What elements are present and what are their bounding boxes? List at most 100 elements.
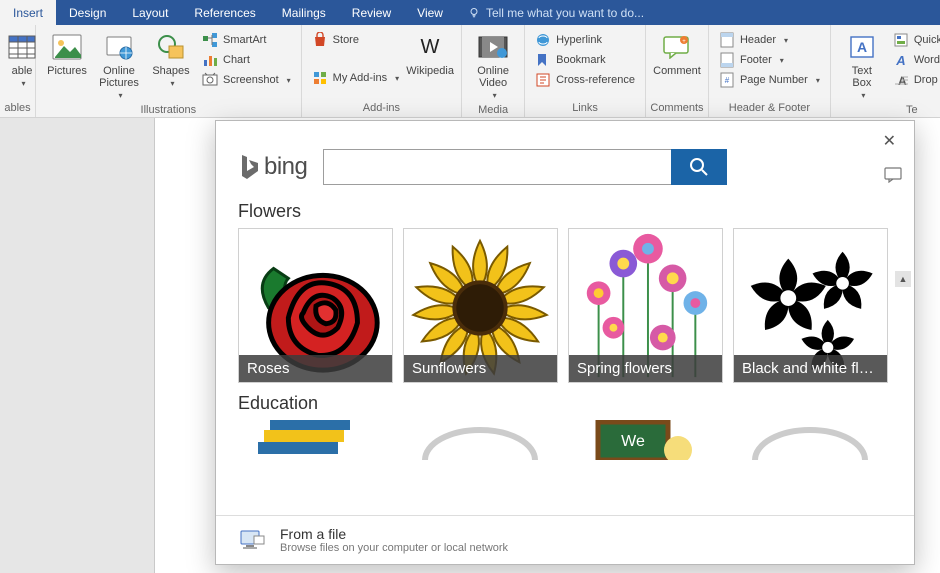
group-text: A Text Box Quick Parts A WordArt A Drop …	[831, 25, 940, 117]
thumb-sunflowers-caption: Sunflowers	[404, 355, 557, 382]
thumb-sunflowers[interactable]: Sunflowers	[403, 228, 558, 383]
tab-review[interactable]: Review	[339, 0, 404, 25]
quick-parts-icon	[893, 32, 909, 48]
bookmark-button[interactable]: Bookmark	[531, 51, 639, 69]
table-label: able	[12, 65, 33, 77]
thumb-bw-caption: Black and white flo...	[734, 355, 887, 382]
cross-reference-button[interactable]: Cross-reference	[531, 71, 639, 89]
from-file-title: From a file	[280, 526, 508, 542]
computer-icon	[238, 526, 266, 554]
bookmark-icon	[535, 52, 551, 68]
table-button[interactable]: able	[6, 29, 38, 90]
tab-layout[interactable]: Layout	[119, 0, 181, 25]
scroll-track[interactable]	[895, 287, 911, 515]
text-box-label: Text Box	[852, 65, 872, 89]
online-pictures-label: Online Pictures	[99, 65, 139, 89]
online-video-button[interactable]: Online Video	[468, 29, 518, 102]
addins-icon	[312, 70, 328, 86]
screenshot-button[interactable]: Screenshot	[198, 71, 295, 89]
chart-label: Chart	[223, 54, 250, 66]
group-label-links: Links	[525, 100, 645, 117]
group-tables: able ables	[0, 25, 36, 117]
svg-text:+: +	[682, 39, 686, 45]
wordart-icon: A	[893, 52, 909, 68]
shapes-icon	[155, 31, 187, 63]
thumb-spring-caption: Spring flowers	[569, 355, 722, 382]
thumb-edu-2[interactable]	[403, 420, 558, 460]
thumb-edu-4[interactable]	[733, 420, 888, 460]
bing-brand-text: bing	[264, 153, 307, 181]
from-file-option[interactable]: From a file Browse files on your compute…	[216, 515, 914, 564]
smartart-button[interactable]: SmartArt	[198, 31, 295, 49]
header-button[interactable]: Header	[715, 31, 824, 49]
group-media: Online Video Media	[462, 25, 525, 117]
tab-references[interactable]: References	[181, 0, 268, 25]
online-pictures-button[interactable]: Online Pictures	[94, 29, 144, 102]
chart-button[interactable]: Chart	[198, 51, 295, 69]
svg-text:A: A	[898, 74, 907, 88]
svg-text:We: We	[621, 433, 645, 450]
thumb-roses-caption: Roses	[239, 355, 392, 382]
pictures-icon	[51, 31, 83, 63]
group-label-illustrations: Illustrations	[36, 102, 301, 118]
pictures-button[interactable]: Pictures	[42, 29, 92, 79]
thumb-roses[interactable]: Roses	[238, 228, 393, 383]
wordart-label: WordArt	[914, 54, 940, 66]
dialog-scrollbar[interactable]: ▲ ▼	[895, 271, 911, 515]
drop-cap-button[interactable]: A Drop Cap	[889, 71, 940, 89]
group-label-comments: Comments	[646, 100, 708, 117]
tab-design[interactable]: Design	[56, 0, 119, 25]
footer-icon	[719, 52, 735, 68]
wordart-button[interactable]: A WordArt	[889, 51, 940, 69]
comment-button[interactable]: + Comment	[652, 29, 702, 79]
online-pictures-dialog: ✕ bing Flowers	[215, 120, 915, 565]
thumb-bw-flowers[interactable]: Black and white flo...	[733, 228, 888, 383]
wikipedia-button[interactable]: W Wikipedia	[405, 29, 455, 79]
store-icon	[312, 32, 328, 48]
text-box-button[interactable]: A Text Box	[837, 29, 887, 102]
scroll-up-arrow[interactable]: ▲	[895, 271, 911, 287]
thumb-edu-3[interactable]: We	[568, 420, 723, 460]
cross-ref-label: Cross-reference	[556, 74, 635, 86]
section-education-title: Education	[238, 393, 892, 414]
section-flowers-title: Flowers	[238, 201, 892, 222]
footer-button[interactable]: Footer	[715, 51, 824, 69]
from-file-subtitle: Browse files on your computer or local n…	[280, 542, 508, 554]
my-addins-button[interactable]: My Add-ins	[308, 69, 403, 87]
tab-insert[interactable]: Insert	[0, 0, 56, 25]
search-button[interactable]	[671, 149, 727, 185]
shapes-button[interactable]: Shapes	[146, 29, 196, 90]
comment-label: Comment	[653, 65, 701, 77]
wikipedia-label: Wikipedia	[406, 65, 454, 77]
feedback-button[interactable]	[884, 167, 902, 183]
group-label-text: Te	[831, 102, 940, 118]
books-art	[238, 420, 393, 460]
footer-label: Footer	[740, 54, 772, 66]
comment-icon: +	[661, 31, 693, 63]
table-icon	[6, 31, 38, 63]
group-label-media: Media	[462, 102, 524, 118]
pictures-label: Pictures	[47, 65, 87, 77]
drop-cap-icon: A	[893, 72, 909, 88]
page-number-button[interactable]: # Page Number	[715, 71, 824, 89]
smartart-label: SmartArt	[223, 34, 266, 46]
thumb-edu-1[interactable]	[238, 420, 393, 460]
chalkboard-art: We	[568, 420, 723, 460]
svg-text:A: A	[857, 39, 867, 55]
dialog-search-bar: bing	[216, 121, 914, 191]
search-input[interactable]	[323, 149, 671, 185]
close-button[interactable]: ✕	[877, 129, 902, 153]
quick-parts-button[interactable]: Quick Parts	[889, 31, 940, 49]
page-number-label: Page Number	[740, 74, 808, 86]
tell-me-search[interactable]: Tell me what you want to do...	[456, 0, 644, 25]
store-button[interactable]: Store	[308, 31, 403, 49]
hyperlink-button[interactable]: Hyperlink	[531, 31, 639, 49]
thumb-spring-flowers[interactable]: Spring flowers	[568, 228, 723, 383]
group-header-footer: Header Footer # Page Number Header & Foo…	[709, 25, 831, 117]
tab-view[interactable]: View	[404, 0, 456, 25]
store-label: Store	[333, 34, 359, 46]
svg-text:#: #	[725, 76, 730, 85]
tab-mailings[interactable]: Mailings	[269, 0, 339, 25]
group-label-hf: Header & Footer	[709, 100, 830, 117]
online-video-label: Online Video	[477, 65, 509, 89]
